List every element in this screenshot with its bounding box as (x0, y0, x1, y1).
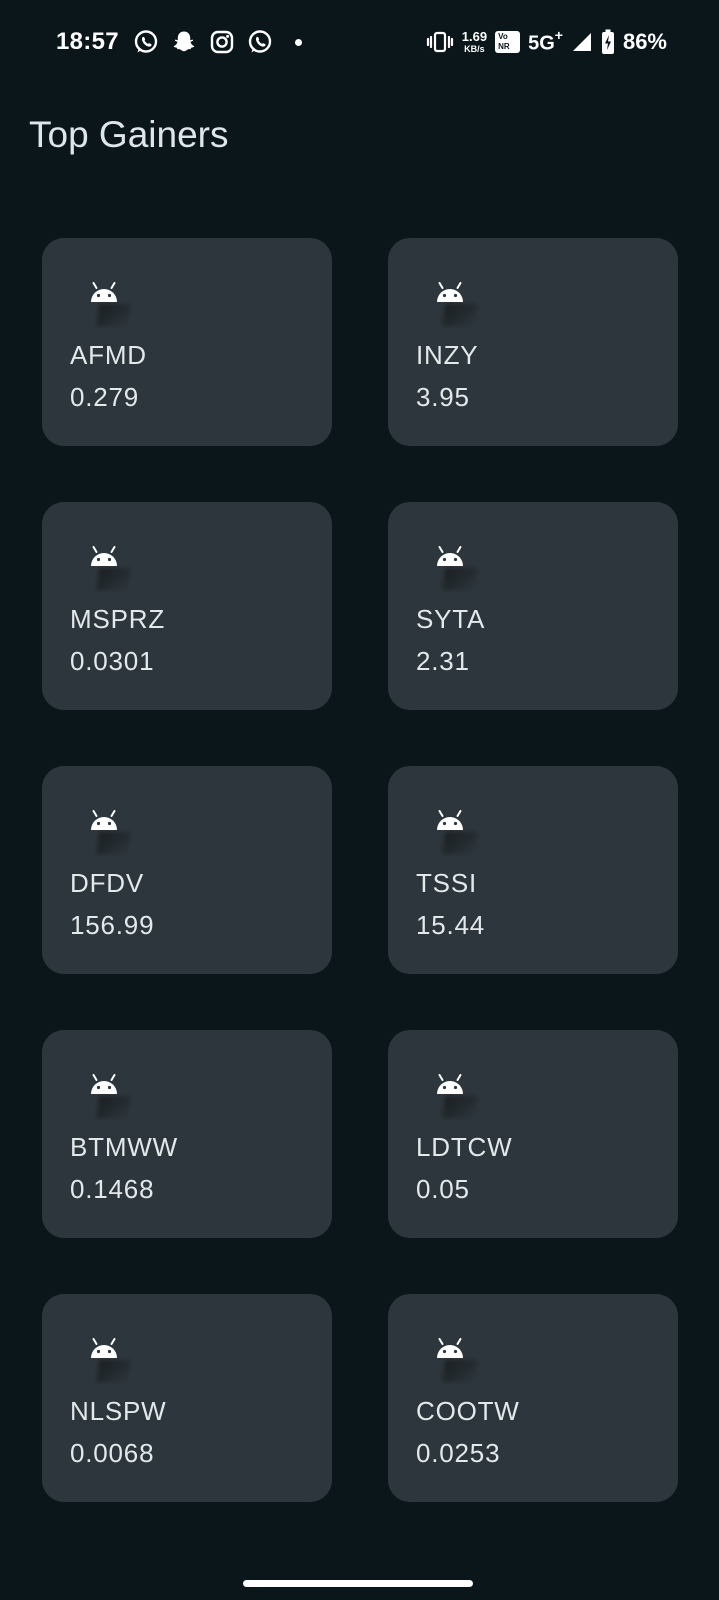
stock-symbol: COOTW (416, 1396, 520, 1426)
status-bar: 18:57 1.69 KB/s Vo NR 5G+ 86% (0, 0, 719, 84)
stock-symbol: NLSPW (70, 1396, 167, 1426)
stock-price: 2.31 (416, 646, 470, 676)
network-speed: 1.69 KB/s (462, 30, 487, 54)
vibrate-icon (426, 30, 454, 54)
home-indicator[interactable] (243, 1580, 473, 1587)
stock-card-msprz[interactable]: MSPRZ 0.0301 (42, 502, 332, 710)
battery-percent: 86% (622, 29, 667, 54)
stock-price: 0.05 (416, 1174, 470, 1204)
stock-price: 0.0301 (70, 646, 155, 676)
whatsapp-icon (247, 29, 273, 55)
stock-price: 15.44 (416, 910, 486, 940)
android-icon (88, 1074, 120, 1106)
android-icon (88, 282, 120, 314)
stock-symbol: SYTA (416, 604, 486, 634)
android-icon (434, 282, 466, 314)
vonr-icon: Vo NR (495, 31, 521, 53)
whatsapp-icon (133, 29, 159, 55)
stock-price: 0.0253 (416, 1438, 501, 1468)
vonr-top: Vo (498, 32, 508, 41)
signal-icon (571, 31, 593, 53)
battery-charging-icon (601, 29, 615, 55)
instagram-icon (209, 29, 235, 55)
network-speed-unit: KB/s (464, 44, 485, 54)
stock-card-cootw[interactable]: COOTW 0.0253 (388, 1294, 678, 1502)
stock-symbol: INZY (416, 340, 479, 370)
page-title: Top Gainers (29, 114, 229, 155)
network-type-plus: + (554, 26, 563, 43)
stock-symbol: AFMD (70, 340, 147, 370)
stock-symbol: TSSI (416, 868, 477, 898)
status-bar-left: 18:57 (56, 24, 302, 60)
network-type-label: 5G (528, 32, 555, 55)
stock-card-ldtcw[interactable]: LDTCW 0.05 (388, 1030, 678, 1238)
stock-card-syta[interactable]: SYTA 2.31 (388, 502, 678, 710)
stock-price: 0.0068 (70, 1438, 155, 1468)
stock-card-nlspw[interactable]: NLSPW 0.0068 (42, 1294, 332, 1502)
stock-price: 156.99 (70, 910, 155, 940)
android-icon (88, 1338, 120, 1370)
android-icon (88, 810, 120, 842)
android-icon (88, 546, 120, 578)
android-icon (434, 810, 466, 842)
network-speed-value: 1.69 (461, 29, 488, 44)
network-type: 5G+ (528, 26, 563, 56)
stock-grid: AFMD 0.279 INZY 3.95 MSPRZ 0.0301 SYTA 2… (42, 238, 678, 1502)
android-icon (434, 1074, 466, 1106)
vonr-bottom: NR (498, 42, 510, 51)
clock: 18:57 (56, 28, 119, 55)
more-notifications-dot-icon (294, 38, 302, 46)
android-icon (434, 1338, 466, 1370)
stock-card-afmd[interactable]: AFMD 0.279 (42, 238, 332, 446)
stock-card-tssi[interactable]: TSSI 15.44 (388, 766, 678, 974)
stock-card-inzy[interactable]: INZY 3.95 (388, 238, 678, 446)
stock-price: 0.1468 (70, 1174, 155, 1204)
stock-price: 3.95 (416, 382, 470, 412)
android-icon (434, 546, 466, 578)
snapchat-icon (171, 29, 197, 55)
stock-symbol: BTMWW (70, 1132, 178, 1162)
stock-symbol: LDTCW (416, 1132, 513, 1162)
stock-card-dfdv[interactable]: DFDV 156.99 (42, 766, 332, 974)
stock-card-btmww[interactable]: BTMWW 0.1468 (42, 1030, 332, 1238)
stock-symbol: DFDV (70, 868, 144, 898)
status-bar-right: 1.69 KB/s Vo NR 5G+ 86% (426, 24, 667, 60)
stock-symbol: MSPRZ (70, 604, 165, 634)
stock-price: 0.279 (70, 382, 140, 412)
